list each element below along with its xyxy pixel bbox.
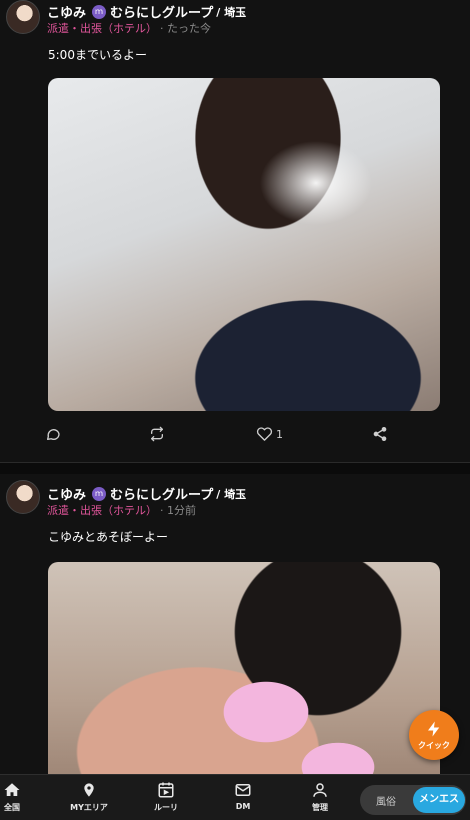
comment-icon [47,429,60,440]
nav-label: DM [235,802,251,811]
nav-item-my-area[interactable]: MYエリア [61,781,117,813]
post-subline: 派遣・出張（ホテル） · たった今 [47,20,211,36]
quick-button[interactable]: クイック [409,710,459,760]
post-header: こゆみ ｍ むらにしグループ / 埼玉 [47,2,246,21]
nav-item-all[interactable]: 全国 [0,781,40,813]
poster-name[interactable]: こゆみ [47,484,86,503]
lightning-icon [428,721,440,737]
post-subline: 派遣・出張（ホテル） · 1分前 [47,502,196,518]
toggle-option-mensesu[interactable]: メンエス [413,787,465,813]
avatar[interactable] [6,0,40,34]
category-label: 派遣・出張（ホテル） [47,22,157,35]
post-message: 5:00までいるよー [48,48,147,62]
like-button[interactable]: 1 [256,426,283,442]
repost-icon [151,426,163,442]
poster-name[interactable]: こゆみ [47,2,86,21]
area-label: / 埼玉 [216,5,247,19]
toggle-option-fuzoku[interactable]: 風俗 [360,793,412,808]
nav-item-admin[interactable]: 管理 [292,781,348,813]
group-badge-icon: ｍ [92,486,107,501]
group-badge-icon: ｍ [92,4,107,19]
post-photo[interactable] [48,562,440,774]
share-button[interactable] [372,426,388,442]
genre-toggle[interactable]: 風俗 メンエス [360,785,466,815]
post-actions: 1 [0,426,470,448]
home-icon [4,783,20,796]
avatar[interactable] [6,480,40,514]
area-label: / 埼玉 [216,487,247,501]
nav-label: 全国 [4,803,20,812]
heart-icon [256,427,273,441]
category-label: 派遣・出張（ホテル） [47,504,157,517]
post-time: · たった今 [160,22,211,35]
post-message: こゆみとあそぼーよー [48,530,169,544]
nav-label: MYエリア [70,803,108,812]
share-icon [373,427,387,441]
group-name[interactable]: むらにしグループ [110,2,213,21]
post-header: こゆみ ｍ むらにしグループ / 埼玉 [47,484,246,503]
post-divider [0,462,470,474]
nav-label: 管理 [312,803,328,812]
calendar-icon [158,782,174,798]
bottom-navigation: 全国 MYエリア ルーリ DM 管理 風俗 メンエス [0,774,470,820]
timeline-feed[interactable]: こゆみ ｍ むらにしグループ / 埼玉 派遣・出張（ホテル） · たった今 5:… [0,0,470,774]
repost-button[interactable] [148,426,166,442]
quick-label: クイック [418,741,450,750]
person-icon [313,783,327,797]
nav-item-dm[interactable]: DM [215,781,271,811]
group-name[interactable]: むらにしグループ [110,484,213,503]
like-count: 1 [276,427,283,441]
post-time: · 1分前 [160,504,196,517]
post-photo[interactable] [48,78,440,411]
nav-item-ruri[interactable]: ルーリ [138,781,194,813]
mail-icon [235,784,251,796]
post-card: こゆみ ｍ むらにしグループ / 埼玉 派遣・出張（ホテル） · 1分前 こゆみ… [0,474,470,774]
comment-button[interactable] [45,426,61,442]
nav-label: ルーリ [154,803,178,812]
map-pin-icon [84,783,94,797]
post-card: こゆみ ｍ むらにしグループ / 埼玉 派遣・出張（ホテル） · たった今 5:… [0,0,470,462]
